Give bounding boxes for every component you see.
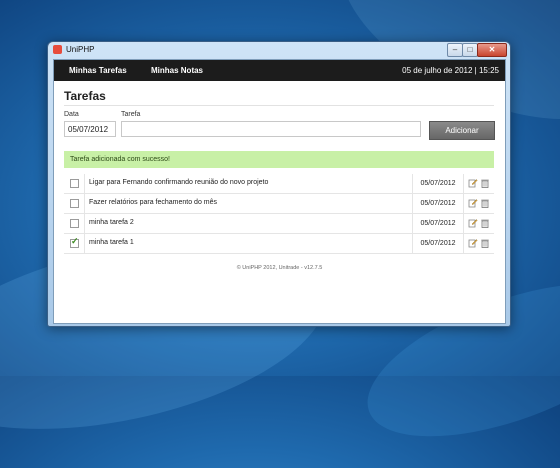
divider — [64, 105, 494, 106]
maximize-button[interactable]: □ — [462, 43, 478, 57]
table-row: Fazer relatórios para fechamento do mês … — [64, 194, 494, 214]
table-row: minha tarefa 2 05/07/2012 — [64, 214, 494, 234]
close-button[interactable]: ✕ — [477, 43, 507, 57]
edit-icon[interactable] — [468, 178, 478, 188]
trash-icon[interactable] — [480, 198, 490, 208]
edit-icon[interactable] — [468, 198, 478, 208]
check-cell — [64, 174, 85, 193]
edit-icon[interactable] — [468, 238, 478, 248]
task-date: 05/07/2012 — [412, 194, 464, 213]
trash-icon[interactable] — [480, 218, 490, 228]
check-cell — [64, 194, 85, 213]
edit-icon[interactable] — [468, 218, 478, 228]
app-content: Minhas Tarefas Minhas Notas 05 de julho … — [53, 59, 506, 324]
footer-text: © UniPHP 2012, Unitrade - v12.7.5 — [236, 265, 323, 271]
task-text: minha tarefa 2 — [89, 219, 134, 226]
task-label: Tarefa — [121, 111, 141, 118]
nav-datetime: 05 de julho de 2012 | 15:25 — [402, 66, 499, 75]
task-text: minha tarefa 1 — [89, 239, 134, 246]
task-date: 05/07/2012 — [412, 174, 464, 193]
task-checkbox[interactable] — [70, 199, 79, 208]
nav-minhas-notas[interactable]: Minhas Notas — [151, 66, 203, 75]
task-table: Ligar para Fernando confirmando reunião … — [64, 174, 494, 254]
success-alert: Tarefa adicionada com sucesso! — [64, 151, 494, 168]
window-title: UniPHP — [66, 45, 95, 54]
trash-icon[interactable] — [480, 238, 490, 248]
date-label: Data — [64, 111, 79, 118]
task-text: Ligar para Fernando confirmando reunião … — [89, 179, 269, 186]
app-icon — [53, 45, 62, 54]
minimize-button[interactable]: – — [447, 43, 463, 57]
app-window: UniPHP – □ ✕ Minhas Tarefas Minhas Notas… — [47, 41, 511, 327]
task-checkbox[interactable] — [70, 219, 79, 228]
title-bar[interactable]: UniPHP – □ ✕ — [48, 42, 510, 58]
task-input[interactable] — [121, 121, 421, 137]
top-navbar: Minhas Tarefas Minhas Notas 05 de julho … — [54, 60, 505, 81]
check-cell — [64, 214, 85, 233]
add-button[interactable]: Adicionar — [429, 121, 495, 140]
table-row: Ligar para Fernando confirmando reunião … — [64, 174, 494, 194]
date-input[interactable]: 05/07/2012 — [64, 121, 116, 137]
task-date: 05/07/2012 — [412, 214, 464, 233]
task-checkbox[interactable] — [70, 179, 79, 188]
task-checkbox-checked[interactable] — [70, 236, 79, 248]
check-cell — [64, 234, 85, 253]
task-date: 05/07/2012 — [412, 234, 464, 253]
task-text: Fazer relatórios para fechamento do mês — [89, 199, 218, 206]
nav-minhas-tarefas[interactable]: Minhas Tarefas — [69, 66, 127, 75]
page-title: Tarefas — [64, 89, 106, 103]
table-row: minha tarefa 1 05/07/2012 — [64, 234, 494, 254]
trash-icon[interactable] — [480, 178, 490, 188]
